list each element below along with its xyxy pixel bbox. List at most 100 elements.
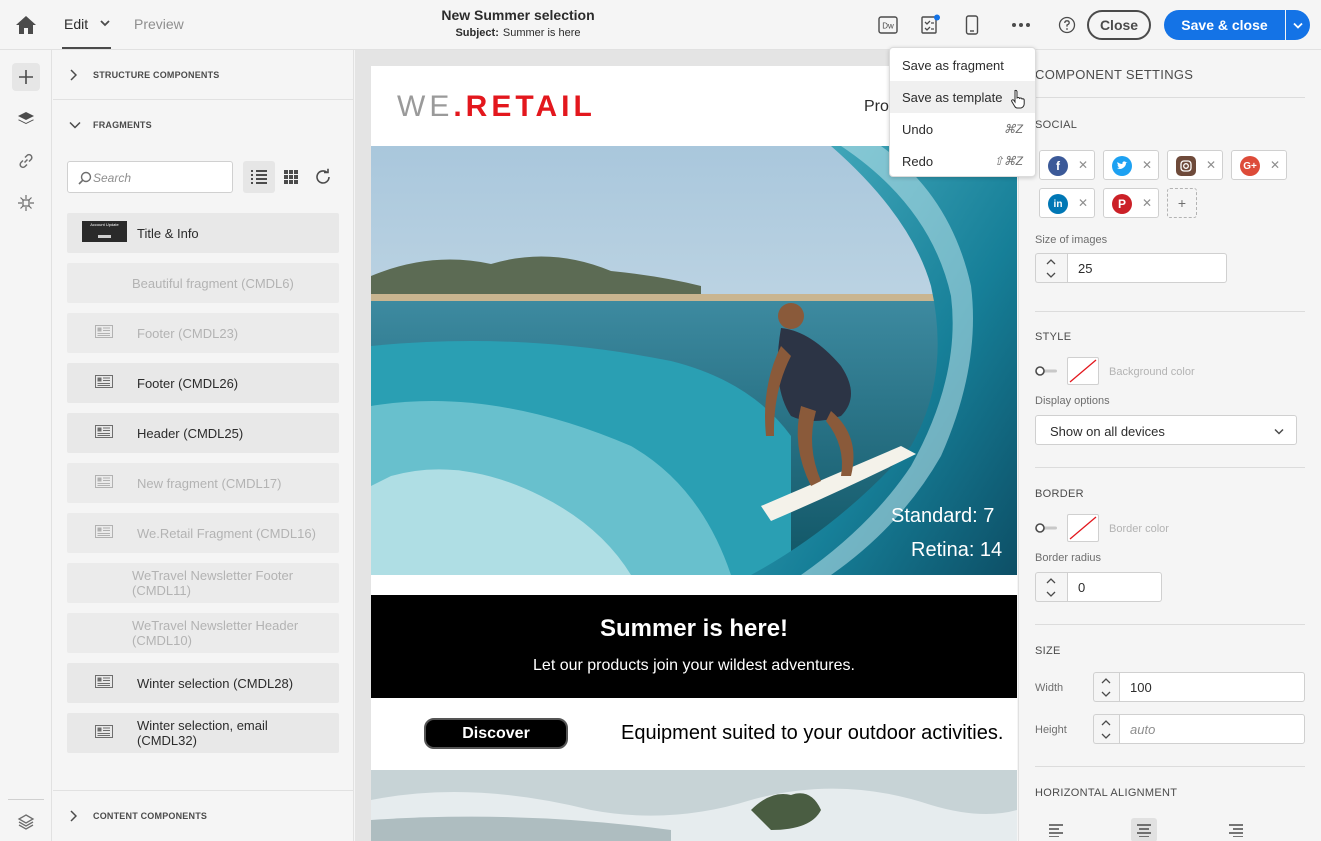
save-options-dropdown[interactable]	[1286, 10, 1310, 40]
chevron-up-icon[interactable]	[1101, 678, 1111, 684]
border-color-toggle[interactable]	[1035, 523, 1059, 533]
height-stepper[interactable]	[1093, 714, 1119, 744]
secondary-image[interactable]	[371, 770, 1017, 841]
menu-item-save-as-fragment[interactable]: Save as fragment	[890, 49, 1035, 81]
border-radius-input[interactable]: 0	[1067, 572, 1162, 602]
remove-icon[interactable]: ✕	[1142, 158, 1152, 172]
content-components-label: CONTENT COMPONENTS	[93, 810, 208, 821]
height-input[interactable]: auto	[1119, 714, 1305, 744]
equipment-text[interactable]: Equipment suited to your outdoor activit…	[621, 722, 1003, 745]
header-nav-text[interactable]: Pro	[864, 98, 889, 116]
chevron-down-icon[interactable]	[1101, 691, 1111, 697]
top-bar: Edit Preview New Summer selection Subjec…	[0, 0, 1321, 50]
help-icon[interactable]	[1055, 13, 1079, 37]
fragment-item[interactable]: Footer (CMDL26)	[67, 363, 339, 403]
rail-divider	[8, 799, 44, 800]
fragment-item[interactable]: Account Update Title & Info	[67, 213, 339, 253]
fragment-item[interactable]: Winter selection (CMDL28)	[67, 663, 339, 703]
refresh-icon[interactable]	[307, 161, 339, 193]
logo-retail: RETAIL	[465, 90, 596, 123]
tab-edit[interactable]: Edit	[64, 16, 88, 32]
discover-button[interactable]: Discover	[424, 718, 568, 749]
remove-icon[interactable]: ✕	[1142, 196, 1152, 210]
chevron-down-icon[interactable]	[100, 19, 110, 27]
fragment-label: Winter selection (CMDL28)	[137, 675, 294, 691]
align-center-icon[interactable]	[1131, 818, 1157, 841]
fragment-label: WeTravel Newsletter Footer (CMDL11)	[132, 568, 294, 598]
border-radius-stepper[interactable]	[1035, 572, 1067, 602]
add-social-button[interactable]: +	[1167, 188, 1197, 218]
menu-item-label: Undo	[902, 121, 934, 137]
fragment-label: New fragment (CMDL17)	[137, 475, 282, 491]
more-options-icon[interactable]	[1009, 13, 1033, 37]
standard-overlay-text: Standard: 7	[891, 505, 994, 527]
search-input[interactable]: Search	[67, 161, 233, 193]
document-icon	[95, 475, 113, 488]
mobile-device-icon[interactable]	[960, 13, 984, 37]
linkedin-icon: in	[1048, 194, 1068, 214]
chevron-down-icon[interactable]	[1046, 591, 1056, 597]
personalization-icon[interactable]	[12, 189, 40, 217]
subject-label: Subject:	[455, 27, 499, 39]
layers-icon[interactable]	[12, 105, 40, 133]
size-of-images-stepper[interactable]	[1035, 253, 1067, 283]
pinterest-icon: P	[1112, 194, 1132, 214]
chevron-down-icon[interactable]	[1101, 733, 1111, 739]
width-stepper[interactable]	[1093, 672, 1119, 702]
hand-cursor-icon	[1011, 89, 1025, 109]
social-chip-twitter[interactable]: ✕	[1103, 150, 1159, 180]
remove-icon[interactable]: ✕	[1270, 158, 1280, 172]
social-chip-pinterest[interactable]: P ✕	[1103, 188, 1159, 218]
width-input[interactable]: 100	[1119, 672, 1305, 702]
align-right-icon[interactable]	[1223, 818, 1249, 841]
social-chip-google-plus[interactable]: G+ ✕	[1231, 150, 1287, 180]
structure-components-header[interactable]: STRUCTURE COMPONENTS	[53, 50, 354, 100]
tab-preview[interactable]: Preview	[134, 16, 184, 32]
width-label: Width	[1035, 682, 1064, 694]
menu-item-redo[interactable]: Redo ⇧⌘Z	[890, 145, 1035, 177]
dreamweaver-icon[interactable]: Dw	[876, 13, 900, 37]
headline-block[interactable]: Summer is here! Let our products join yo…	[371, 595, 1017, 698]
link-icon[interactable]	[12, 147, 40, 175]
border-color-swatch[interactable]	[1067, 514, 1099, 542]
logo-we: WE	[397, 90, 454, 123]
display-options-select[interactable]: Show on all devices	[1035, 415, 1297, 445]
google-plus-icon: G+	[1240, 156, 1260, 176]
checklist-icon[interactable]	[918, 13, 942, 37]
close-button[interactable]: Close	[1087, 10, 1151, 40]
chevron-up-icon[interactable]	[1101, 720, 1111, 726]
save-and-close-button[interactable]: Save & close	[1164, 10, 1285, 40]
content-components-header[interactable]: CONTENT COMPONENTS	[53, 790, 354, 840]
social-chip-linkedin[interactable]: in ✕	[1039, 188, 1095, 218]
fragment-item[interactable]: Winter selection, email (CMDL32)	[67, 713, 339, 753]
chevron-right-icon	[70, 809, 77, 822]
grid-view-icon[interactable]	[275, 161, 307, 193]
home-icon[interactable]	[14, 14, 38, 36]
chevron-up-icon[interactable]	[1046, 578, 1056, 584]
align-left-icon[interactable]	[1043, 818, 1069, 841]
background-color-toggle[interactable]	[1035, 366, 1059, 376]
remove-icon[interactable]: ✕	[1078, 196, 1088, 210]
menu-item-label: Redo	[902, 153, 934, 169]
remove-icon[interactable]: ✕	[1206, 158, 1216, 172]
fragments-header[interactable]: FRAGMENTS	[53, 100, 354, 150]
retina-overlay-text: Retina: 14	[911, 539, 1002, 561]
remove-icon[interactable]: ✕	[1078, 158, 1088, 172]
display-options-label: Display options	[1035, 395, 1110, 407]
hero-image[interactable]: Standard: 7 Retina: 14	[371, 146, 1017, 575]
fragment-item[interactable]: Header (CMDL25)	[67, 413, 339, 453]
subject-line: Subject: Summer is here	[400, 27, 636, 39]
size-of-images-input[interactable]: 25	[1067, 253, 1227, 283]
chevron-down-icon[interactable]	[1046, 272, 1056, 278]
menu-item-undo[interactable]: Undo ⌘Z	[890, 113, 1035, 145]
social-chip-instagram[interactable]: ✕	[1167, 150, 1223, 180]
chevron-up-icon[interactable]	[1046, 259, 1056, 265]
fragment-item: New fragment (CMDL17)	[67, 463, 339, 503]
style-section-title: STYLE	[1035, 331, 1072, 343]
fragment-label: Title & Info	[137, 225, 199, 241]
add-components-icon[interactable]	[12, 63, 40, 91]
background-color-swatch[interactable]	[1067, 357, 1099, 385]
settings-layers-icon[interactable]	[12, 808, 40, 836]
list-view-icon[interactable]	[243, 161, 275, 193]
social-chip-facebook[interactable]: f ✕	[1039, 150, 1095, 180]
